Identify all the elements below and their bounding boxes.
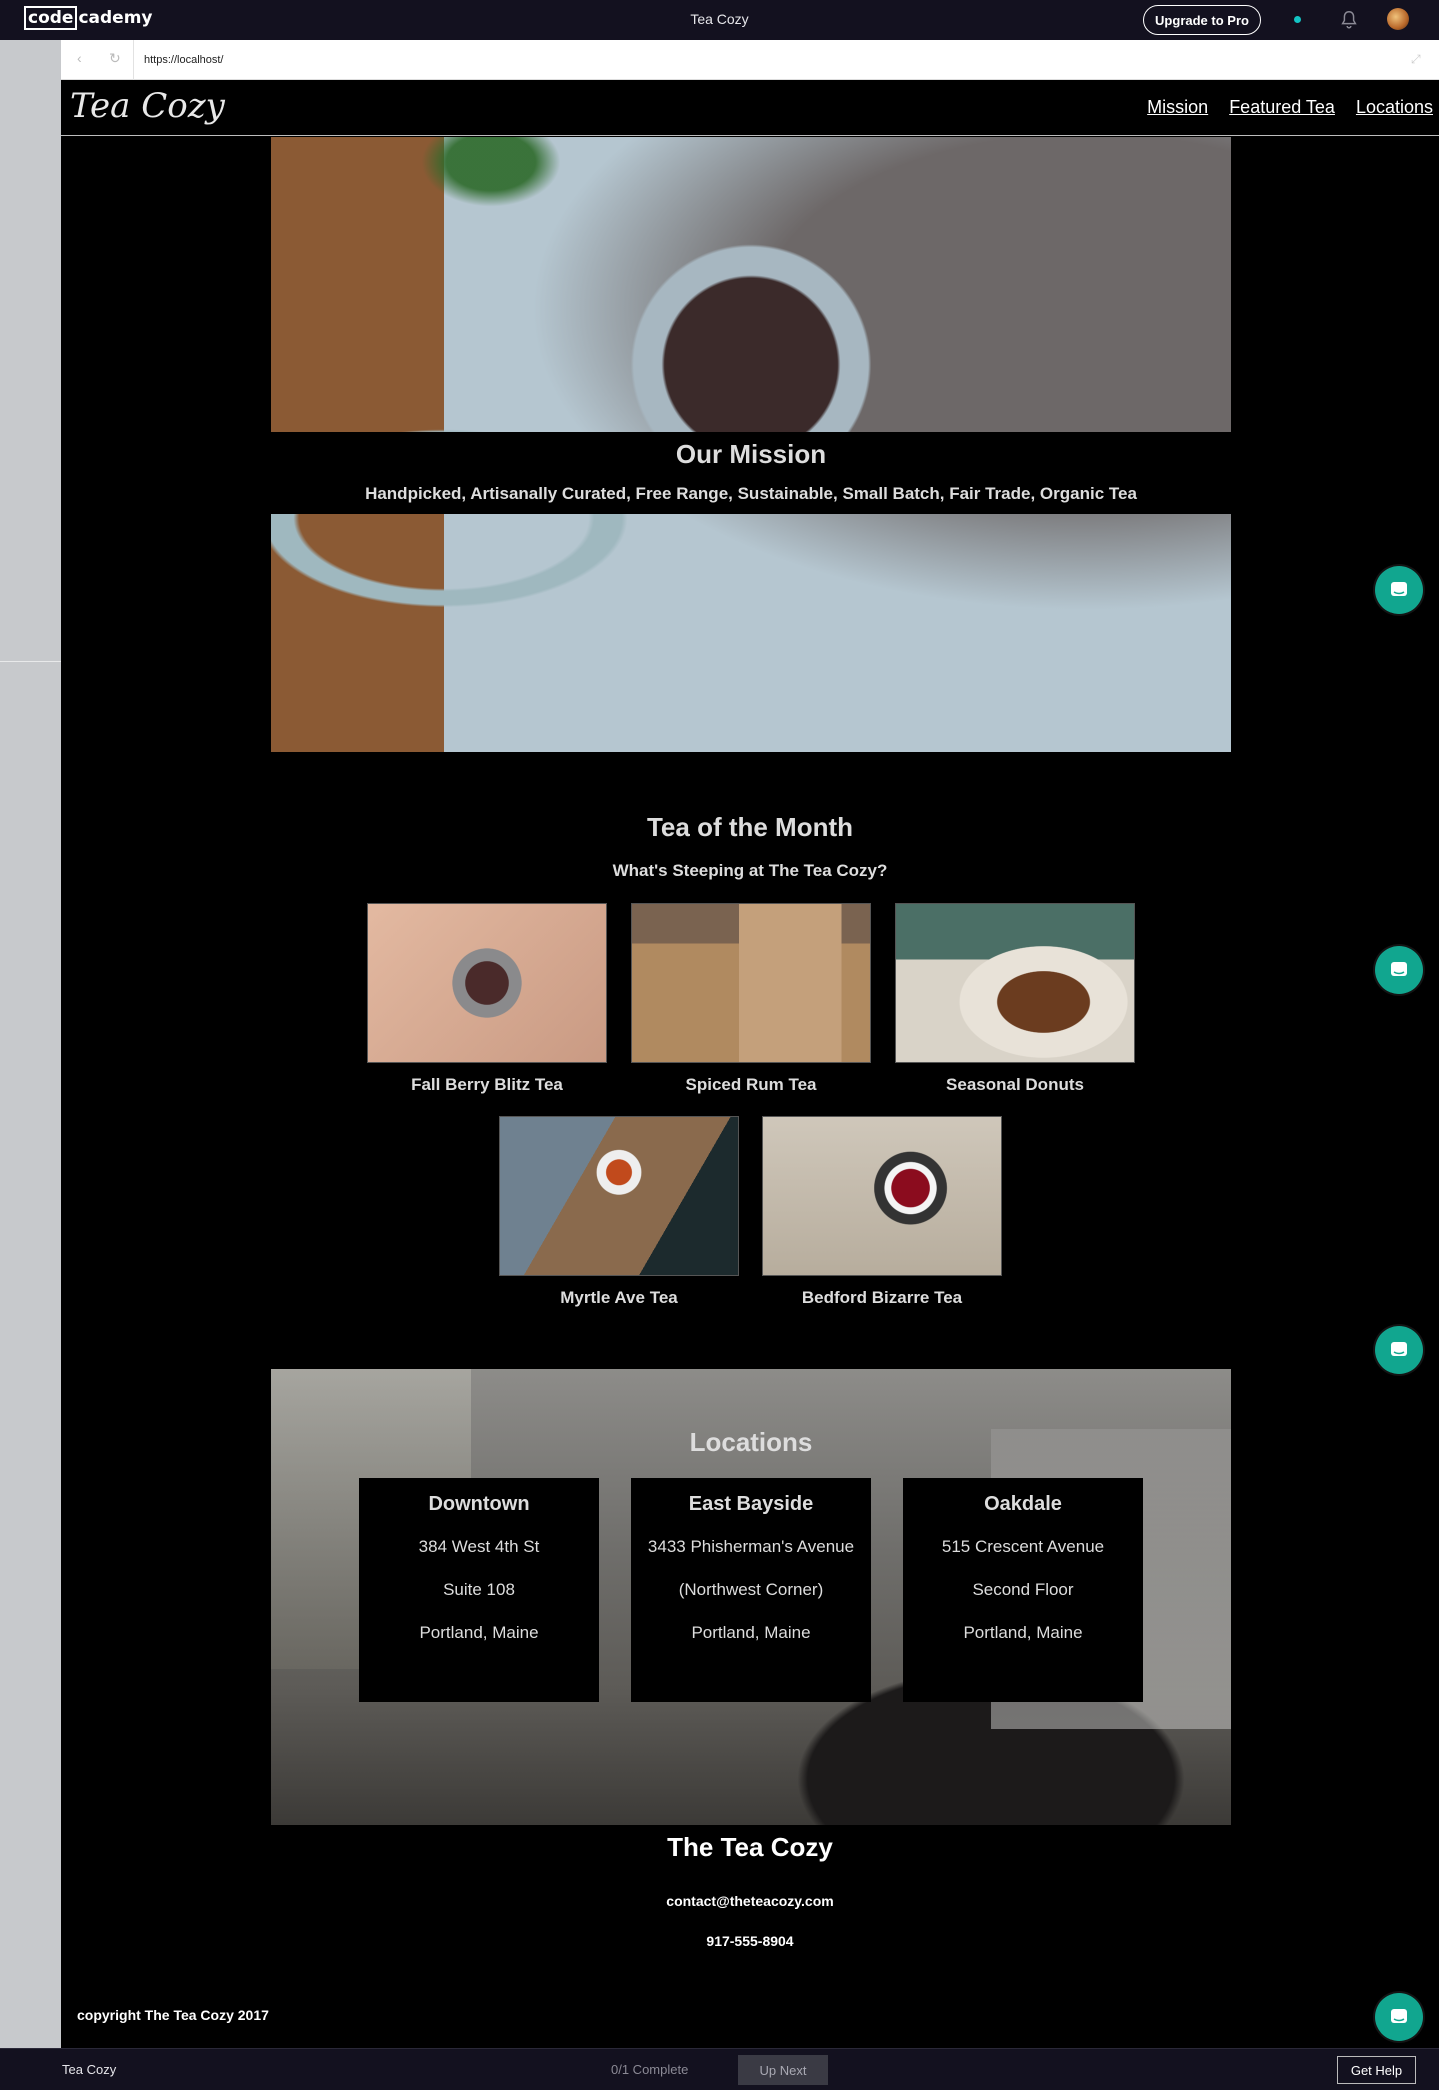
upgrade-to-pro-button[interactable]: Upgrade to Pro	[1143, 5, 1261, 35]
location-address-line: Suite 108	[443, 1580, 515, 1599]
mission-section: Our Mission Handpicked, Artisanally Cura…	[271, 137, 1231, 752]
location-address-line: Portland, Maine	[691, 1623, 811, 1642]
tea-photo	[895, 903, 1135, 1063]
tea-photo	[631, 903, 871, 1063]
nav-link-locations[interactable]: Locations	[1356, 97, 1433, 118]
chat-button[interactable]	[1375, 566, 1423, 614]
chat-button[interactable]	[1375, 1993, 1423, 2041]
nav-link-mission[interactable]: Mission	[1147, 97, 1208, 118]
tea-photo	[367, 903, 607, 1063]
bell-icon[interactable]	[1338, 9, 1360, 31]
site-header: Tea Cozy Mission Featured Tea Locations	[61, 81, 1439, 136]
tea-name: Seasonal Donuts	[946, 1075, 1084, 1094]
tea-photo	[499, 1116, 739, 1276]
progress-text: 0/1 Complete	[611, 2062, 689, 2077]
reload-icon[interactable]: ↻	[109, 50, 121, 67]
footer-email: contact@theteacozy.com	[666, 1893, 834, 1909]
locations-section: Locations Downtown 384 West 4th St Suite…	[271, 1369, 1231, 1825]
locations-title: Locations	[689, 1427, 813, 1457]
chat-button[interactable]	[1375, 1326, 1423, 1374]
tea-name: Bedford Bizarre Tea	[801, 1288, 963, 1307]
tea-item: Myrtle Ave Tea	[499, 1116, 739, 1308]
footer-title: The Tea Cozy	[667, 1832, 833, 1862]
expand-icon[interactable]: ⤢	[1411, 52, 1427, 68]
site-preview: Tea Cozy Mission Featured Tea Locations …	[61, 81, 1439, 2048]
tea-item: Bedford Bizarre Tea	[762, 1116, 1002, 1308]
chat-bubble-icon	[1391, 2009, 1407, 2023]
chat-bubble-icon	[1391, 582, 1407, 596]
location-address-line: 3433 Phisherman's Avenue	[647, 1537, 855, 1556]
mission-band: Our Mission Handpicked, Artisanally Cura…	[271, 432, 1231, 514]
leaf-decoration	[421, 137, 561, 207]
location-name: East Bayside	[688, 1493, 814, 1515]
get-help-button[interactable]: Get Help	[1337, 2056, 1416, 2084]
location-address-line: 515 Crescent Avenue	[941, 1537, 1105, 1556]
chat-bubble-icon	[1391, 962, 1407, 976]
codecademy-bottom-bar: Tea Cozy 0/1 Complete Up Next Get Help	[0, 2048, 1439, 2090]
tea-photo	[762, 1116, 1002, 1276]
mission-tagline: Handpicked, Artisanally Curated, Free Ra…	[365, 484, 1137, 503]
location-address-line: Portland, Maine	[963, 1623, 1083, 1642]
url-field[interactable]: https://localhost/	[133, 40, 1413, 80]
location-card-east-bayside: East Bayside 3433 Phisherman's Avenue (N…	[631, 1478, 871, 1702]
nav-link-featured-tea[interactable]: Featured Tea	[1229, 97, 1335, 118]
mission-title: Our Mission	[675, 439, 827, 469]
chat-bubble-icon	[1391, 1342, 1407, 1356]
tea-item: Seasonal Donuts	[895, 903, 1135, 1095]
tea-name: Spiced Rum Tea	[685, 1075, 817, 1094]
location-name: Downtown	[428, 1493, 530, 1515]
status-dot	[1294, 16, 1301, 23]
project-name: Tea Cozy	[62, 2062, 117, 2077]
site-nav: Mission Featured Tea Locations	[1147, 97, 1433, 118]
footer-phone: 917-555-8904	[706, 1933, 794, 1949]
location-address-line: (Northwest Corner)	[678, 1580, 824, 1599]
chat-button[interactable]	[1375, 946, 1423, 994]
up-next-button[interactable]: Up Next	[738, 2055, 828, 2085]
tea-item: Fall Berry Blitz Tea	[367, 903, 607, 1095]
featured-subtitle: What's Steeping at The Tea Cozy?	[612, 861, 888, 880]
location-name: Oakdale	[984, 1493, 1062, 1515]
codecademy-top-bar: code cademy Tea Cozy Upgrade to Pro	[0, 0, 1439, 40]
tea-name: Myrtle Ave Tea	[560, 1288, 678, 1307]
copyright-text: copyright The Tea Cozy 2017	[77, 2007, 269, 2023]
site-logo[interactable]: Tea Cozy	[70, 86, 225, 126]
browser-bar: ‹ ↻ https://localhost/ ⤢	[61, 40, 1439, 80]
back-arrow-icon[interactable]: ‹	[77, 50, 82, 66]
featured-title: Tea of the Month	[646, 812, 854, 842]
tea-item: Spiced Rum Tea	[631, 903, 871, 1095]
location-address-line: 384 West 4th St	[418, 1537, 540, 1556]
location-address-line: Portland, Maine	[419, 1623, 539, 1642]
rail-divider	[0, 661, 61, 662]
location-card-oakdale: Oakdale 515 Crescent Avenue Second Floor…	[903, 1478, 1143, 1702]
left-panel-rail	[0, 40, 61, 2048]
location-card-downtown: Downtown 384 West 4th St Suite 108 Portl…	[359, 1478, 599, 1702]
location-address-line: Second Floor	[972, 1580, 1074, 1599]
avatar[interactable]	[1387, 8, 1409, 30]
tea-name: Fall Berry Blitz Tea	[411, 1075, 563, 1094]
